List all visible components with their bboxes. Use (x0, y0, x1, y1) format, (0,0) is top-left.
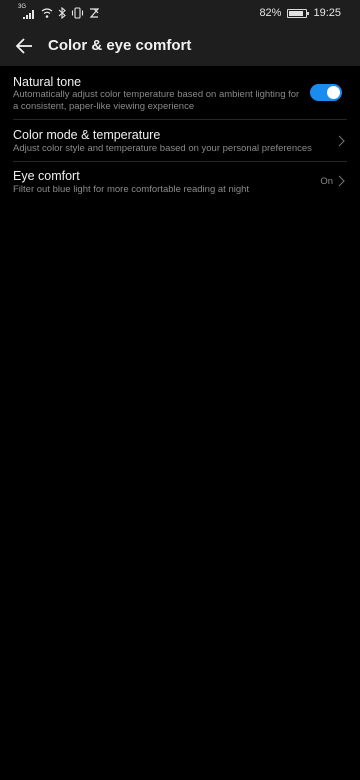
network-type-label: 3G (18, 4, 27, 10)
eye-comfort-status: On (320, 176, 333, 187)
bluetooth-icon (58, 7, 66, 19)
app-bar: Color & eye comfort (0, 26, 360, 66)
battery-icon (287, 8, 310, 18)
eye-comfort-description: Filter out blue light for more comfortab… (13, 184, 250, 195)
natural-tone-toggle[interactable] (310, 84, 342, 101)
color-mode-description: Adjust color style and temperature based… (13, 143, 312, 154)
wifi-icon (41, 7, 53, 19)
status-time: 19:25 (313, 7, 341, 19)
signal-icon: 3G (18, 4, 36, 19)
page-title: Color & eye comfort (48, 37, 192, 54)
status-icons-right: 82% 19:25 (259, 0, 341, 26)
arrow-left-icon (15, 38, 32, 54)
color-mode-row[interactable]: Color mode & temperature Adjust color st… (0, 120, 360, 162)
battery-percent: 82% (259, 7, 282, 19)
natural-tone-description: Automatically adjust color temperature b… (13, 89, 300, 112)
data-saver-icon (89, 7, 99, 19)
vibrate-icon (71, 7, 84, 19)
settings-list: Natural tone Automatically adjust color … (0, 66, 360, 206)
color-mode-title: Color mode & temperature (13, 128, 161, 142)
eye-comfort-row[interactable]: Eye comfort Filter out blue light for mo… (0, 162, 360, 206)
eye-comfort-title: Eye comfort (13, 169, 80, 183)
natural-tone-row[interactable]: Natural tone Automatically adjust color … (0, 66, 360, 120)
settings-screen: 3G 82% 19:25 Color & eye comfort Natural… (0, 0, 360, 780)
natural-tone-title: Natural tone (13, 75, 82, 89)
battery-level (289, 10, 303, 16)
status-icons-left: 3G (18, 4, 99, 19)
chevron-right-icon (338, 175, 345, 187)
status-bar: 3G 82% 19:25 (0, 0, 360, 26)
chevron-right-icon (338, 135, 345, 147)
toggle-knob (327, 86, 340, 99)
back-button[interactable] (8, 30, 40, 62)
